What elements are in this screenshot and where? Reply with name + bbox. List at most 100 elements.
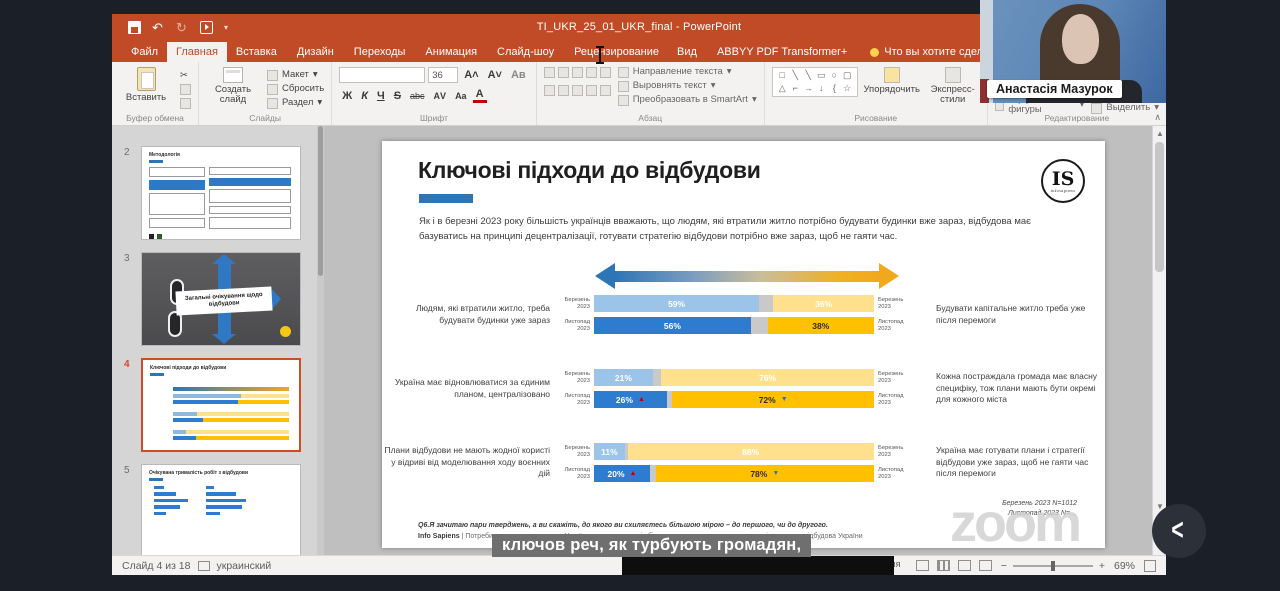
thumbnail-slide-5[interactable]: Очікувана тривалість робіт з відбудови xyxy=(141,464,301,555)
format-painter-button[interactable] xyxy=(180,98,191,109)
fit-to-window-icon[interactable] xyxy=(1144,560,1156,572)
thumbnail-scrollbar-thumb[interactable] xyxy=(318,126,323,276)
question-note: Q6.Я зачитаю пари тверджень, а ви скажіт… xyxy=(418,521,863,532)
clear-formatting-button[interactable]: Ав xyxy=(508,69,529,81)
thumbnail-scrollbar[interactable] xyxy=(317,126,324,555)
zoom-in-button[interactable]: + xyxy=(1099,560,1105,572)
quick-styles-button[interactable]: Экспресс-стили xyxy=(926,67,980,106)
italic-button[interactable]: К xyxy=(358,90,371,102)
thumbnail-slide-3[interactable]: Загальні очікування щодо відбудови xyxy=(141,252,301,346)
collapse-ribbon-icon[interactable]: ∧ xyxy=(1154,112,1161,123)
shape-round-rect-icon[interactable]: ▢ xyxy=(841,69,854,82)
tab-design[interactable]: Дизайн xyxy=(288,42,343,62)
language-label[interactable]: украинский xyxy=(217,560,272,572)
shape-line2-icon[interactable]: ╲ xyxy=(802,69,815,82)
tab-file[interactable]: Файл xyxy=(122,42,167,62)
normal-view-icon[interactable] xyxy=(916,560,929,571)
shape-down-arrow-icon[interactable]: ↓ xyxy=(815,82,828,95)
save-icon[interactable] xyxy=(128,21,141,34)
slide-scrollbar[interactable]: ▲ ▼ xyxy=(1152,126,1166,555)
char-spacing-button[interactable]: АV xyxy=(431,91,450,101)
increase-indent-icon[interactable] xyxy=(586,67,597,78)
new-slide-button[interactable]: Создать слайд xyxy=(206,67,260,106)
columns-icon[interactable] xyxy=(600,85,611,96)
paste-button[interactable]: Вставить xyxy=(119,67,173,103)
layout-button[interactable]: Макет ▾ xyxy=(267,70,324,81)
justify-icon[interactable] xyxy=(586,85,597,96)
segment-second: 78%▼ xyxy=(656,465,874,482)
tab-transitions[interactable]: Переходы xyxy=(345,42,415,62)
bar-line-november: Листопад 2023 26%▲ 72%▼ Листопад 2023 xyxy=(552,391,924,408)
shape-star-icon[interactable]: ☆ xyxy=(841,82,854,95)
undo-icon[interactable]: ↶ xyxy=(152,21,165,34)
zoom-slider-track[interactable] xyxy=(1013,565,1093,567)
shape-arrow-icon[interactable]: → xyxy=(802,82,815,95)
redo-icon[interactable]: ↻ xyxy=(176,21,189,34)
shape-rect2-icon[interactable]: ▭ xyxy=(815,69,828,82)
tab-view[interactable]: Вид xyxy=(668,42,706,62)
change-case-button[interactable]: Aa xyxy=(452,91,470,101)
bold-button[interactable]: Ж xyxy=(339,90,355,102)
bullets-icon[interactable] xyxy=(544,67,555,78)
zoom-watermark: zoom xyxy=(950,492,1079,554)
numbering-icon[interactable] xyxy=(558,67,569,78)
bar-value: 59% xyxy=(668,299,685,309)
thumbnail-slide-4-selected[interactable]: Ключові підходи до відбудови xyxy=(141,358,301,452)
shape-triangle-icon[interactable]: △ xyxy=(776,82,789,95)
tab-review[interactable]: Рецензирование xyxy=(565,42,668,62)
grow-font-button[interactable]: А˄ xyxy=(461,69,481,81)
underline-button[interactable]: Ч xyxy=(374,90,388,102)
slide-canvas[interactable]: Ключові підходи до відбудови IS infosapi… xyxy=(382,141,1105,548)
collapse-panel-button[interactable]: < xyxy=(1152,504,1206,558)
tab-abbyy[interactable]: ABBYY PDF Transformer+ xyxy=(708,42,856,62)
reset-button[interactable]: Сбросить xyxy=(267,84,324,95)
reading-view-icon[interactable] xyxy=(958,560,971,571)
align-right-icon[interactable] xyxy=(572,85,583,96)
scrollbar-thumb[interactable] xyxy=(1155,142,1164,272)
font-color-button[interactable]: А xyxy=(473,88,487,103)
scroll-up-icon[interactable]: ▲ xyxy=(1156,129,1164,138)
strikethrough-button[interactable]: S xyxy=(391,90,404,102)
segment-first: 26%▲ xyxy=(594,391,667,408)
thumbnail-row: 3 Загальні очікування щодо відбудови xyxy=(124,252,314,346)
align-left-icon[interactable] xyxy=(544,85,555,96)
arrange-label: Упорядочить xyxy=(863,85,920,95)
section-icon xyxy=(267,98,278,109)
section-button[interactable]: Раздел ▾ xyxy=(267,98,324,109)
tab-slideshow[interactable]: Слайд-шоу xyxy=(488,42,563,62)
line-spacing-icon[interactable] xyxy=(600,67,611,78)
cut-button[interactable]: ✂ xyxy=(180,71,191,81)
arrange-button[interactable]: Упорядочить xyxy=(865,67,919,95)
shape-oval-icon[interactable]: ○ xyxy=(828,69,841,82)
slide-sorter-view-icon[interactable] xyxy=(937,560,950,571)
tab-animations[interactable]: Анимация xyxy=(416,42,486,62)
tab-home[interactable]: Главная xyxy=(167,42,227,62)
font-size-combo[interactable]: 36 xyxy=(428,67,458,83)
text-direction-button[interactable]: Направление текста ▾ xyxy=(618,67,757,78)
tab-insert[interactable]: Вставка xyxy=(227,42,286,62)
align-center-icon[interactable] xyxy=(558,85,569,96)
shape-line-icon[interactable]: ╲ xyxy=(789,69,802,82)
smartart-button[interactable]: Преобразовать в SmartArt ▾ xyxy=(618,95,757,106)
shrink-font-button[interactable]: А˅ xyxy=(485,69,505,81)
shape-elbow-icon[interactable]: ⌐ xyxy=(789,82,802,95)
align-text-button[interactable]: Выровнять текст ▾ xyxy=(618,81,757,92)
thumb-deco xyxy=(173,394,289,398)
shape-brace-icon[interactable]: { xyxy=(828,82,841,95)
zoom-slider-thumb[interactable] xyxy=(1051,561,1055,571)
zoom-level[interactable]: 69% xyxy=(1114,560,1135,572)
qat-dropdown-icon[interactable]: ▾ xyxy=(224,23,228,32)
decrease-indent-icon[interactable] xyxy=(572,67,583,78)
thumb-deco xyxy=(154,486,300,519)
slideshow-view-icon[interactable] xyxy=(979,560,992,571)
shadow-button[interactable]: abc xyxy=(407,91,428,101)
shapes-gallery[interactable]: □╲╲▭○▢ △⌐→↓{☆ xyxy=(772,67,858,97)
zoom-out-button[interactable]: − xyxy=(1001,560,1007,572)
shape-rect-icon[interactable]: □ xyxy=(776,69,789,82)
slideshow-icon[interactable] xyxy=(200,21,213,34)
webcam-video[interactable]: Анастасія Мазурок xyxy=(980,0,1166,103)
copy-button[interactable] xyxy=(180,84,191,95)
font-name-combo[interactable] xyxy=(339,67,425,83)
thumbnail-slide-2[interactable]: Методологія xyxy=(141,146,301,240)
spellcheck-language-icon[interactable] xyxy=(198,561,210,571)
